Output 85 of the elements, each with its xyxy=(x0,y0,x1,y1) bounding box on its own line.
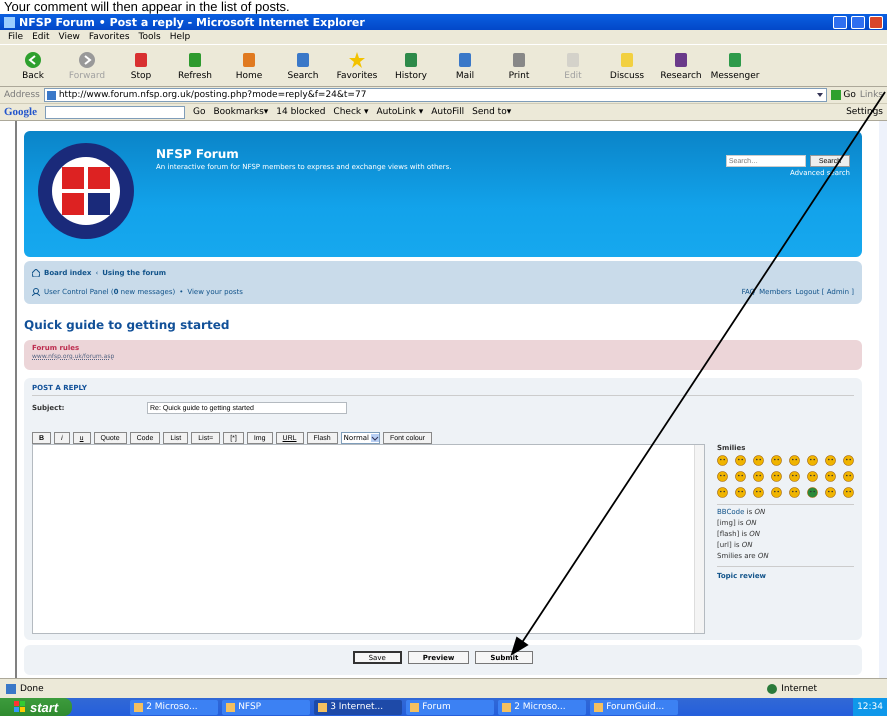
window-icon xyxy=(410,702,420,712)
smiley-icon[interactable] xyxy=(807,455,818,466)
menu-item[interactable]: View xyxy=(58,32,80,42)
taskbar-item[interactable]: 2 Microso... xyxy=(498,700,586,714)
smiley-icon[interactable] xyxy=(753,487,764,498)
forum-title: NFSP Forum xyxy=(156,147,240,161)
google-toolbar-button[interactable]: AutoFill xyxy=(431,107,464,117)
window-title: NFSP Forum • Post a reply - Microsoft Internet Explorer xyxy=(19,16,366,28)
smiley-icon[interactable] xyxy=(717,471,728,482)
smiley-icon[interactable] xyxy=(753,455,764,466)
taskbar-item[interactable]: Forum xyxy=(406,700,494,714)
toolbar-button[interactable]: Print xyxy=(496,50,542,80)
star-icon xyxy=(348,50,366,68)
taskbar-item[interactable]: ForumGuid... xyxy=(590,700,678,714)
toolbar-button[interactable]: Messenger xyxy=(712,50,758,80)
toolbar-button[interactable]: Search xyxy=(280,50,326,80)
smiley-icon[interactable] xyxy=(789,471,800,482)
address-field[interactable]: http://www.forum.nfsp.org.uk/posting.php?mode=reply&f=24&t=77 xyxy=(44,88,828,102)
smiley-icon[interactable] xyxy=(789,487,800,498)
google-toolbar-button[interactable]: AutoLink ▾ xyxy=(376,107,424,117)
smiley-icon[interactable] xyxy=(735,487,746,498)
menu-item[interactable]: Help xyxy=(170,32,190,42)
smiley-icon[interactable] xyxy=(735,471,746,482)
smiley-icon[interactable] xyxy=(789,455,800,466)
smiley-icon[interactable] xyxy=(843,455,854,466)
smiley-icon[interactable] xyxy=(717,487,728,498)
toolbar-button[interactable]: Discuss xyxy=(604,50,650,80)
toolbar-button[interactable]: Refresh xyxy=(172,50,218,80)
taskbar-item[interactable]: 2 Microso... xyxy=(130,700,218,714)
dropdown-icon xyxy=(371,434,379,442)
close-button[interactable] xyxy=(869,16,883,28)
message-field[interactable] xyxy=(32,444,705,634)
google-toolbar-button[interactable]: Go xyxy=(193,107,206,117)
smiley-icon[interactable] xyxy=(825,455,836,466)
menu-item[interactable]: Tools xyxy=(138,32,161,42)
google-logo: Google xyxy=(4,106,37,118)
smiley-icon[interactable] xyxy=(771,471,782,482)
taskbar-item[interactable]: NFSP xyxy=(222,700,310,714)
toolbar-button[interactable]: Stop xyxy=(118,50,164,80)
links-label[interactable]: Links xyxy=(860,90,883,100)
window-icon xyxy=(594,702,604,712)
google-toolbar-button[interactable]: Bookmarks▾ xyxy=(213,107,268,117)
window-icon xyxy=(318,702,328,712)
menu-item[interactable]: Edit xyxy=(32,32,50,42)
address-label: Address xyxy=(4,90,40,100)
smiley-icon[interactable] xyxy=(753,471,764,482)
caption-text: Your comment will then appear in the list of posts. xyxy=(3,0,290,14)
google-toolbar-button[interactable]: Send to▾ xyxy=(472,107,512,117)
toolbar-button[interactable]: Home xyxy=(226,50,272,80)
clock-text: 12:34 xyxy=(857,702,883,712)
smiley-icon[interactable] xyxy=(825,487,836,498)
minimize-button[interactable] xyxy=(833,16,847,28)
smiley-icon[interactable] xyxy=(717,455,728,466)
status-text: Done xyxy=(20,684,44,694)
window-icon xyxy=(134,702,144,712)
taskbar-item[interactable]: 3 Internet... xyxy=(314,700,402,714)
toolbar-button[interactable]: Favorites xyxy=(334,50,380,80)
menu-item[interactable]: Favorites xyxy=(88,32,130,42)
user-icon xyxy=(32,288,40,296)
smiley-icon[interactable] xyxy=(735,455,746,466)
google-toolbar-button[interactable]: 14 blocked xyxy=(276,107,326,117)
toolbar-button[interactable]: Back xyxy=(10,50,56,80)
smiley-icon[interactable] xyxy=(825,471,836,482)
dropdown-icon xyxy=(816,91,824,99)
google-toolbar-button[interactable]: Check ▾ xyxy=(333,107,368,117)
maximize-button[interactable] xyxy=(851,16,865,28)
window-icon xyxy=(502,702,512,712)
smiley-icon[interactable] xyxy=(807,471,818,482)
google-search-field[interactable] xyxy=(45,106,185,118)
smiley-icon[interactable] xyxy=(771,455,782,466)
windows-logo-icon xyxy=(14,701,26,713)
smiley-icon[interactable] xyxy=(843,471,854,482)
toolbar-button[interactable]: Mail xyxy=(442,50,488,80)
smiley-icon[interactable] xyxy=(843,487,854,498)
toolbar-button[interactable]: History xyxy=(388,50,434,80)
zone-text: Internet xyxy=(781,684,817,694)
go-button[interactable]: Go xyxy=(831,90,856,100)
start-button[interactable]: start xyxy=(0,698,72,716)
menu-item[interactable]: File xyxy=(8,32,24,42)
url-text: http://www.forum.nfsp.org.uk/posting.php?mode=reply&f=24&t=77 xyxy=(58,90,366,100)
smiley-icon[interactable] xyxy=(771,487,782,498)
smiley-icon[interactable] xyxy=(807,487,818,498)
window-icon xyxy=(226,702,236,712)
topic-title: Quick guide to getting started xyxy=(24,318,230,332)
toolbar-button[interactable]: Research xyxy=(658,50,704,80)
